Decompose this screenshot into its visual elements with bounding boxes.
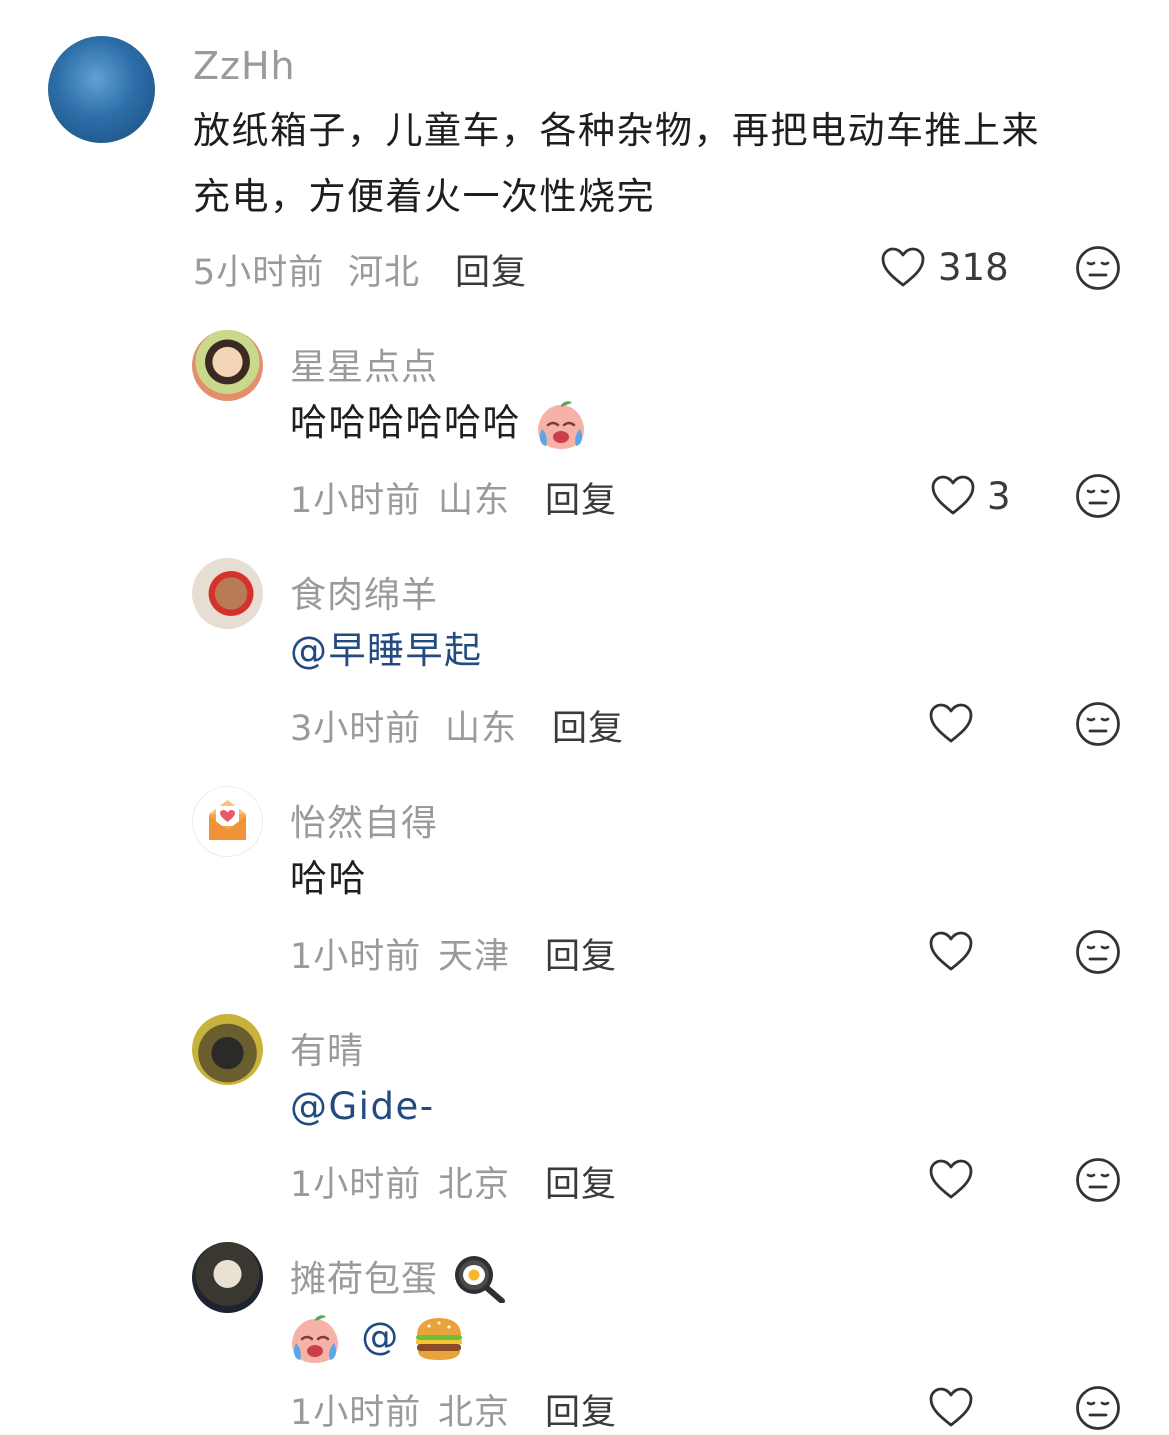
reply-username[interactable]: 星星点点	[290, 338, 438, 390]
heart-icon[interactable]	[928, 702, 974, 744]
reply-location: 山东	[438, 481, 511, 521]
comment-location: 河北	[348, 253, 421, 293]
heart-icon[interactable]	[880, 246, 926, 288]
reply-time: 3小时前	[290, 709, 422, 749]
reply-button[interactable]: 回复	[545, 1156, 617, 1207]
hamburger-icon	[416, 1317, 463, 1360]
reply-username-text: 摊荷包蛋	[290, 1259, 439, 1300]
reply-time: 1小时前	[290, 937, 422, 977]
heart-icon[interactable]	[928, 1386, 974, 1428]
dislike-face-icon[interactable]	[1075, 1385, 1121, 1431]
reply-username[interactable]: 摊荷包蛋	[290, 1250, 506, 1303]
reply-text: 哈哈	[290, 857, 367, 900]
reply-button[interactable]: 回复	[545, 472, 617, 523]
reply-text-content: 哈哈哈哈哈哈	[290, 401, 521, 444]
crying-laughing-peach-icon	[538, 400, 585, 449]
reply-button[interactable]: 回复	[455, 244, 527, 295]
heart-icon[interactable]	[928, 1158, 974, 1200]
comment-time: 5小时前	[193, 253, 325, 293]
reply-text: 哈哈哈哈哈哈	[290, 390, 588, 456]
heart-icon[interactable]	[930, 474, 976, 516]
heart-icon[interactable]	[928, 930, 974, 972]
avatar[interactable]	[192, 558, 263, 629]
comment-text-line-2: 充电，方便着火一次性烧完	[193, 175, 655, 218]
reply-time: 1小时前	[290, 1393, 422, 1433]
avatar[interactable]	[48, 36, 155, 143]
reply-mention[interactable]: @	[361, 1315, 400, 1358]
avatar[interactable]	[192, 330, 263, 401]
crying-laughing-peach-icon	[292, 1314, 338, 1363]
reply-location: 天津	[438, 937, 511, 977]
reply-time: 1小时前	[290, 481, 422, 521]
frying-pan-egg-icon	[455, 1256, 506, 1303]
reply-username[interactable]: 食肉绵羊	[290, 566, 438, 618]
reply-username[interactable]: 有晴	[290, 1022, 364, 1074]
like-count: 318	[938, 246, 1009, 289]
dislike-face-icon[interactable]	[1075, 929, 1121, 975]
dislike-face-icon[interactable]	[1075, 245, 1121, 291]
reply-button[interactable]: 回复	[545, 1384, 617, 1435]
dislike-face-icon[interactable]	[1075, 701, 1121, 747]
reply-button[interactable]: 回复	[545, 928, 617, 979]
dislike-face-icon[interactable]	[1075, 473, 1121, 519]
reply-mention[interactable]: @Gide-	[290, 1074, 435, 1140]
reply-text: @	[288, 1304, 465, 1370]
main-comment: ZzHh 放纸箱子，儿童车，各种杂物，再把电动车推上来 充电，方便着火一次性烧完…	[0, 0, 1169, 300]
reply-location: 北京	[438, 1165, 511, 1205]
avatar[interactable]	[192, 1242, 263, 1313]
heart-envelope-icon	[208, 799, 246, 840]
dislike-face-icon[interactable]	[1075, 1157, 1121, 1203]
avatar[interactable]	[192, 786, 263, 857]
avatar[interactable]	[192, 1014, 263, 1085]
like-count: 3	[987, 475, 1011, 518]
reply-location: 北京	[438, 1393, 511, 1433]
reply-button[interactable]: 回复	[552, 700, 624, 751]
reply-username[interactable]: 怡然自得	[290, 794, 438, 846]
comment-text-line-1: 放纸箱子，儿童车，各种杂物，再把电动车推上来	[193, 109, 1040, 152]
comment-username[interactable]: ZzHh	[193, 44, 296, 88]
reply-mention[interactable]: @早睡早起	[290, 618, 483, 684]
reply-time: 1小时前	[290, 1165, 422, 1205]
reply-location: 山东	[445, 709, 518, 749]
